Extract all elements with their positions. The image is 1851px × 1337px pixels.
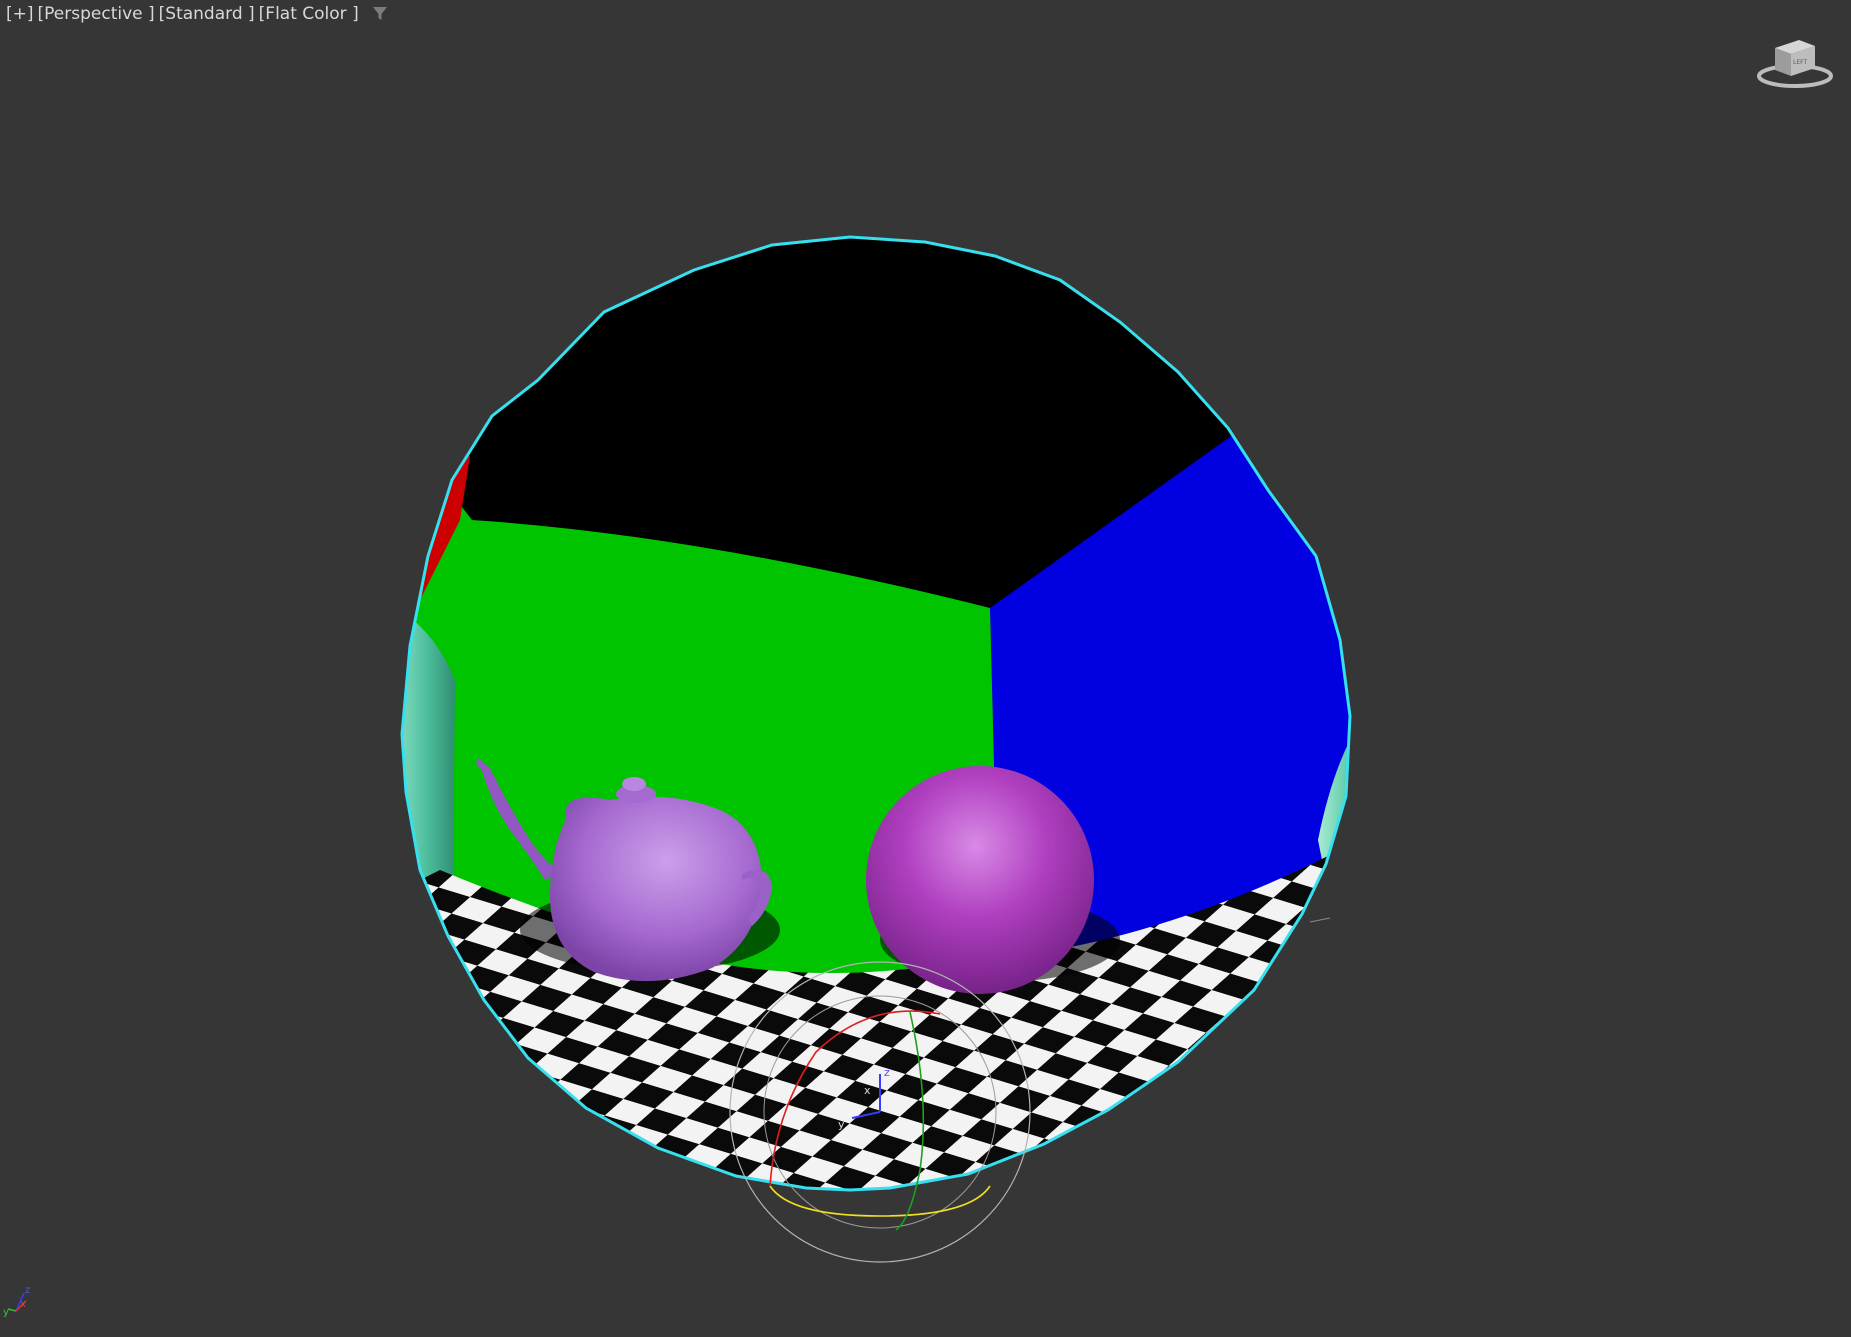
gizmo-x-label: x [864,1084,871,1097]
viewport-shading-menu[interactable]: [Flat Color ] [257,4,361,24]
environment-sphere [402,237,1350,1190]
perspective-viewport[interactable]: [+] [Perspective ] [Standard ] [Flat Col… [0,0,1851,1337]
tripod-y-label: y [3,1307,9,1317]
world-axis-tripod: z x y [3,1285,30,1317]
viewport-label-bar: [+] [Perspective ] [Standard ] [Flat Col… [4,4,389,24]
filter-icon[interactable] [371,5,389,23]
gizmo-y-label: y [838,1118,845,1131]
viewcube[interactable]: LEFT [1753,30,1833,92]
viewport-general-menu[interactable]: [+] [4,4,36,24]
tripod-y-axis [7,1308,17,1312]
viewport-view-menu[interactable]: [Perspective ] [36,4,157,24]
scene-render: z x y [400,235,1352,1263]
gizmo-z-ring [769,1185,991,1217]
gizmo-z-label: z [884,1066,890,1079]
tripod-z-label: z [25,1285,30,1296]
tripod-x-label: x [20,1299,26,1310]
purple-sphere-object [866,766,1094,994]
viewport-standard-menu[interactable]: [Standard ] [157,4,257,24]
viewcube-face-label: LEFT [1793,59,1807,66]
